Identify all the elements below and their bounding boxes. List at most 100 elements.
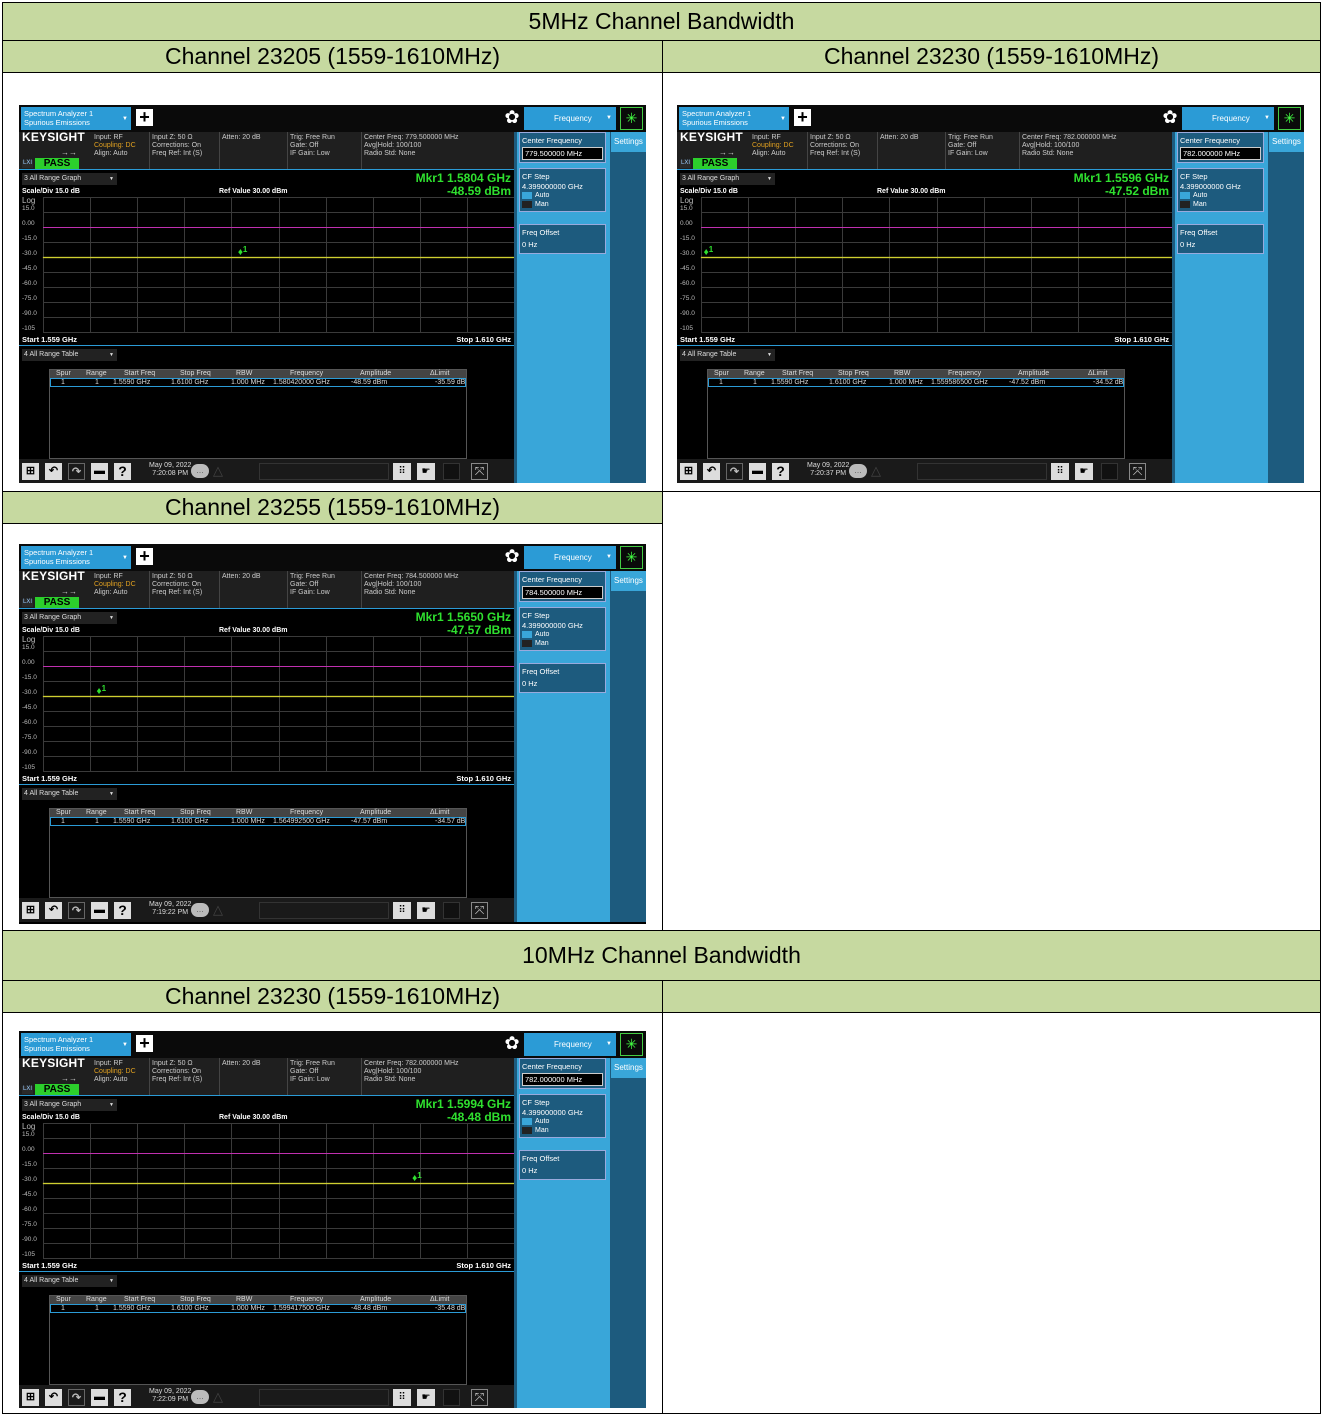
atten-settings[interactable]: Atten: 20 dB — [880, 134, 919, 142]
expand-icon[interactable]: ⤧ — [1129, 463, 1146, 480]
settings-tab[interactable]: Settings — [1269, 132, 1304, 152]
message-icon[interactable]: … — [191, 464, 209, 478]
spectrum-graticule[interactable]: ♦1 — [43, 197, 515, 333]
spectrum-plot-area[interactable]: Log 15.0 0.00 -15.0 -30.0 -45.0 -60.0 -75.0 -90.… — [677, 196, 1173, 335]
auto-option[interactable]: Auto — [522, 630, 603, 639]
folder-icon[interactable]: ▬ — [91, 902, 108, 919]
touch-icon[interactable]: ☛ — [417, 1389, 435, 1406]
redo-icon[interactable]: ↷ — [68, 1389, 85, 1406]
touch-icon[interactable]: ☛ — [417, 463, 435, 480]
expand-icon[interactable]: ⤧ — [471, 1389, 488, 1406]
settings-tab[interactable]: Settings — [611, 571, 646, 591]
input-settings[interactable]: Input: RF Coupling: DC Align: Auto — [94, 573, 136, 596]
cf-step-softkey[interactable]: CF Step 4.399000000 GHz Auto Man — [519, 1094, 606, 1138]
graph-window-select[interactable]: 3 All Range Graph ▼ — [680, 173, 775, 185]
spectrum-graticule[interactable]: ♦1 — [43, 1123, 515, 1259]
freq-offset-softkey[interactable]: Freq Offset 0 Hz — [519, 663, 606, 693]
cf-step-softkey[interactable]: CF Step 4.399000000 GHz Auto Man — [519, 168, 606, 212]
multi-window-icon[interactable] — [1101, 463, 1118, 480]
gear-icon[interactable]: ✿ — [503, 108, 521, 126]
center-freq-info[interactable]: Center Freq: 779.500000 MHz Avg|Hold: 10… — [364, 134, 459, 157]
table-window-select[interactable]: 4 All Range Table ▼ — [22, 1275, 117, 1287]
add-screen-button[interactable]: + — [136, 1034, 153, 1052]
input-z-settings[interactable]: Input Z: 50 Ω Corrections: On Freq Ref: … — [152, 1060, 202, 1083]
man-option[interactable]: Man — [522, 1126, 603, 1135]
add-screen-button[interactable]: + — [136, 108, 153, 126]
add-screen-button[interactable]: + — [136, 547, 153, 565]
auto-option[interactable]: Auto — [522, 191, 603, 200]
spectrum-plot-area[interactable]: Log 15.0 0.00 -15.0 -30.0 -45.0 -60.0 -75.0 -90.… — [19, 635, 515, 774]
help-icon[interactable]: ? — [772, 463, 789, 480]
man-option[interactable]: Man — [522, 200, 603, 209]
trigger-settings[interactable]: Trig: Free Run Gate: Off IF Gain: Low — [290, 134, 335, 157]
folder-icon[interactable]: ▬ — [749, 463, 766, 480]
busy-spinner-icon[interactable]: ✳ — [620, 107, 643, 130]
undo-icon[interactable]: ↶ — [45, 902, 62, 919]
expand-icon[interactable]: ⤧ — [471, 463, 488, 480]
add-screen-button[interactable]: + — [794, 108, 811, 126]
keypad-icon[interactable]: ⠿ — [393, 1389, 411, 1406]
auto-option[interactable]: Auto — [1180, 191, 1261, 200]
settings-tab[interactable]: Settings — [611, 132, 646, 152]
input-z-settings[interactable]: Input Z: 50 Ω Corrections: On Freq Ref: … — [152, 134, 202, 157]
multi-window-icon[interactable] — [443, 1389, 460, 1406]
input-z-settings[interactable]: Input Z: 50 Ω Corrections: On Freq Ref: … — [810, 134, 860, 157]
trigger-settings[interactable]: Trig: Free Run Gate: Off IF Gain: Low — [948, 134, 993, 157]
center-frequency-input[interactable]: 779.500000 MHz — [522, 147, 603, 160]
spectrum-plot-area[interactable]: Log 15.0 0.00 -15.0 -30.0 -45.0 -60.0 -75.0 -90.… — [19, 1122, 515, 1261]
warning-icon[interactable]: △ — [213, 902, 223, 918]
app-tab[interactable]: Spectrum Analyzer 1 Spurious Emissions ▼ — [21, 107, 131, 130]
table-row[interactable]: 1 1 1.5590 GHz 1.6100 GHz 1.000 MHz 1.5994175… — [50, 1304, 466, 1313]
frequency-menu-tab[interactable]: Frequency ▼ — [524, 1033, 616, 1056]
input-settings[interactable]: Input: RF Coupling: DC Align: Auto — [94, 1060, 136, 1083]
spectrum-plot-area[interactable]: Log 15.0 0.00 -15.0 -30.0 -45.0 -60.0 -75.0 -90.… — [19, 196, 515, 335]
table-row[interactable]: 1 1 1.5590 GHz 1.6100 GHz 1.000 MHz 1.5804200… — [50, 378, 466, 387]
freq-offset-softkey[interactable]: Freq Offset 0 Hz — [1177, 224, 1264, 254]
touch-icon[interactable]: ☛ — [1075, 463, 1093, 480]
expand-icon[interactable]: ⤧ — [471, 902, 488, 919]
windows-icon[interactable]: ⊞ — [680, 463, 697, 480]
center-frequency-softkey[interactable]: Center Frequency 782.000000 MHz — [1177, 132, 1264, 163]
help-icon[interactable]: ? — [114, 902, 131, 919]
graph-window-select[interactable]: 3 All Range Graph ▼ — [22, 612, 117, 624]
frequency-menu-tab[interactable]: Frequency ▼ — [524, 107, 616, 130]
busy-spinner-icon[interactable]: ✳ — [620, 1033, 643, 1056]
help-icon[interactable]: ? — [114, 463, 131, 480]
table-row[interactable]: 1 1 1.5590 GHz 1.6100 GHz 1.000 MHz 1.5595865… — [708, 378, 1124, 387]
gear-icon[interactable]: ✿ — [503, 1034, 521, 1052]
undo-icon[interactable]: ↶ — [45, 1389, 62, 1406]
graph-window-select[interactable]: 3 All Range Graph ▼ — [22, 173, 117, 185]
atten-settings[interactable]: Atten: 20 dB — [222, 1060, 261, 1068]
input-settings[interactable]: Input: RF Coupling: DC Align: Auto — [94, 134, 136, 157]
marker-1[interactable]: ♦1 — [238, 245, 248, 258]
multi-window-icon[interactable] — [443, 463, 460, 480]
app-tab[interactable]: Spectrum Analyzer 1 Spurious Emissions ▼ — [21, 546, 131, 569]
busy-spinner-icon[interactable]: ✳ — [620, 546, 643, 569]
busy-spinner-icon[interactable]: ✳ — [1278, 107, 1301, 130]
auto-option[interactable]: Auto — [522, 1117, 603, 1126]
message-icon[interactable]: … — [191, 1390, 209, 1404]
keypad-icon[interactable]: ⠿ — [393, 463, 411, 480]
warning-icon[interactable]: △ — [871, 463, 881, 479]
freq-offset-softkey[interactable]: Freq Offset 0 Hz — [519, 1150, 606, 1180]
redo-icon[interactable]: ↷ — [726, 463, 743, 480]
marker-1[interactable]: ♦1 — [704, 245, 714, 258]
center-frequency-softkey[interactable]: Center Frequency 784.500000 MHz — [519, 571, 606, 602]
windows-icon[interactable]: ⊞ — [22, 902, 39, 919]
app-tab[interactable]: Spectrum Analyzer 1 Spurious Emissions ▼ — [21, 1033, 131, 1056]
spectrum-graticule[interactable]: ♦1 — [701, 197, 1173, 333]
table-window-select[interactable]: 4 All Range Table ▼ — [22, 788, 117, 800]
center-frequency-input[interactable]: 784.500000 MHz — [522, 586, 603, 599]
input-settings[interactable]: Input: RF Coupling: DC Align: Auto — [752, 134, 794, 157]
marker-1[interactable]: ♦1 — [412, 1171, 422, 1184]
gear-icon[interactable]: ✿ — [1161, 108, 1179, 126]
center-frequency-softkey[interactable]: Center Frequency 779.500000 MHz — [519, 132, 606, 163]
graph-window-select[interactable]: 3 All Range Graph ▼ — [22, 1099, 117, 1111]
redo-icon[interactable]: ↷ — [68, 902, 85, 919]
center-frequency-input[interactable]: 782.000000 MHz — [522, 1073, 603, 1086]
spectrum-graticule[interactable]: ♦1 — [43, 636, 515, 772]
settings-tab[interactable]: Settings — [611, 1058, 646, 1078]
center-frequency-input[interactable]: 782.000000 MHz — [1180, 147, 1261, 160]
table-window-select[interactable]: 4 All Range Table ▼ — [680, 349, 775, 361]
folder-icon[interactable]: ▬ — [91, 1389, 108, 1406]
